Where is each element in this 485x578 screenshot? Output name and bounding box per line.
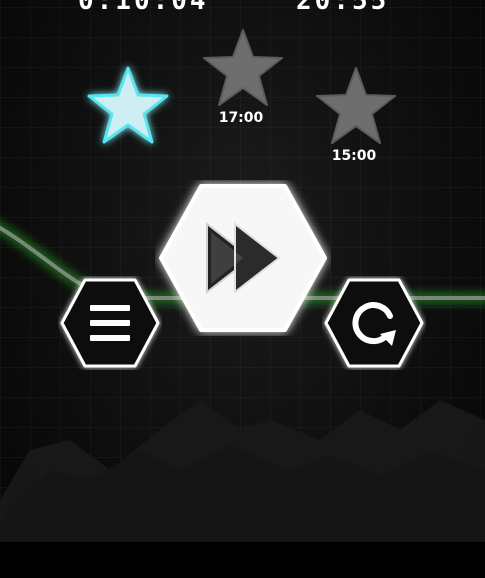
level-complete-screen: 0:10:04 20:55 17:00 15:00 xyxy=(0,0,485,578)
star-time-label: 15:00 xyxy=(331,148,377,164)
elapsed-time: 0:10:04 xyxy=(78,0,209,16)
restart-button[interactable] xyxy=(322,276,426,370)
best-time: 20:55 xyxy=(296,0,390,16)
menu-button[interactable] xyxy=(58,276,162,370)
menu-icon xyxy=(90,305,130,341)
star-earned-icon xyxy=(87,66,169,144)
star-locked-icon xyxy=(316,67,396,144)
star-locked-icon xyxy=(203,29,283,106)
star-time-label: 17:00 xyxy=(218,110,264,126)
bottom-bar xyxy=(0,542,485,578)
next-level-button[interactable] xyxy=(155,180,331,336)
